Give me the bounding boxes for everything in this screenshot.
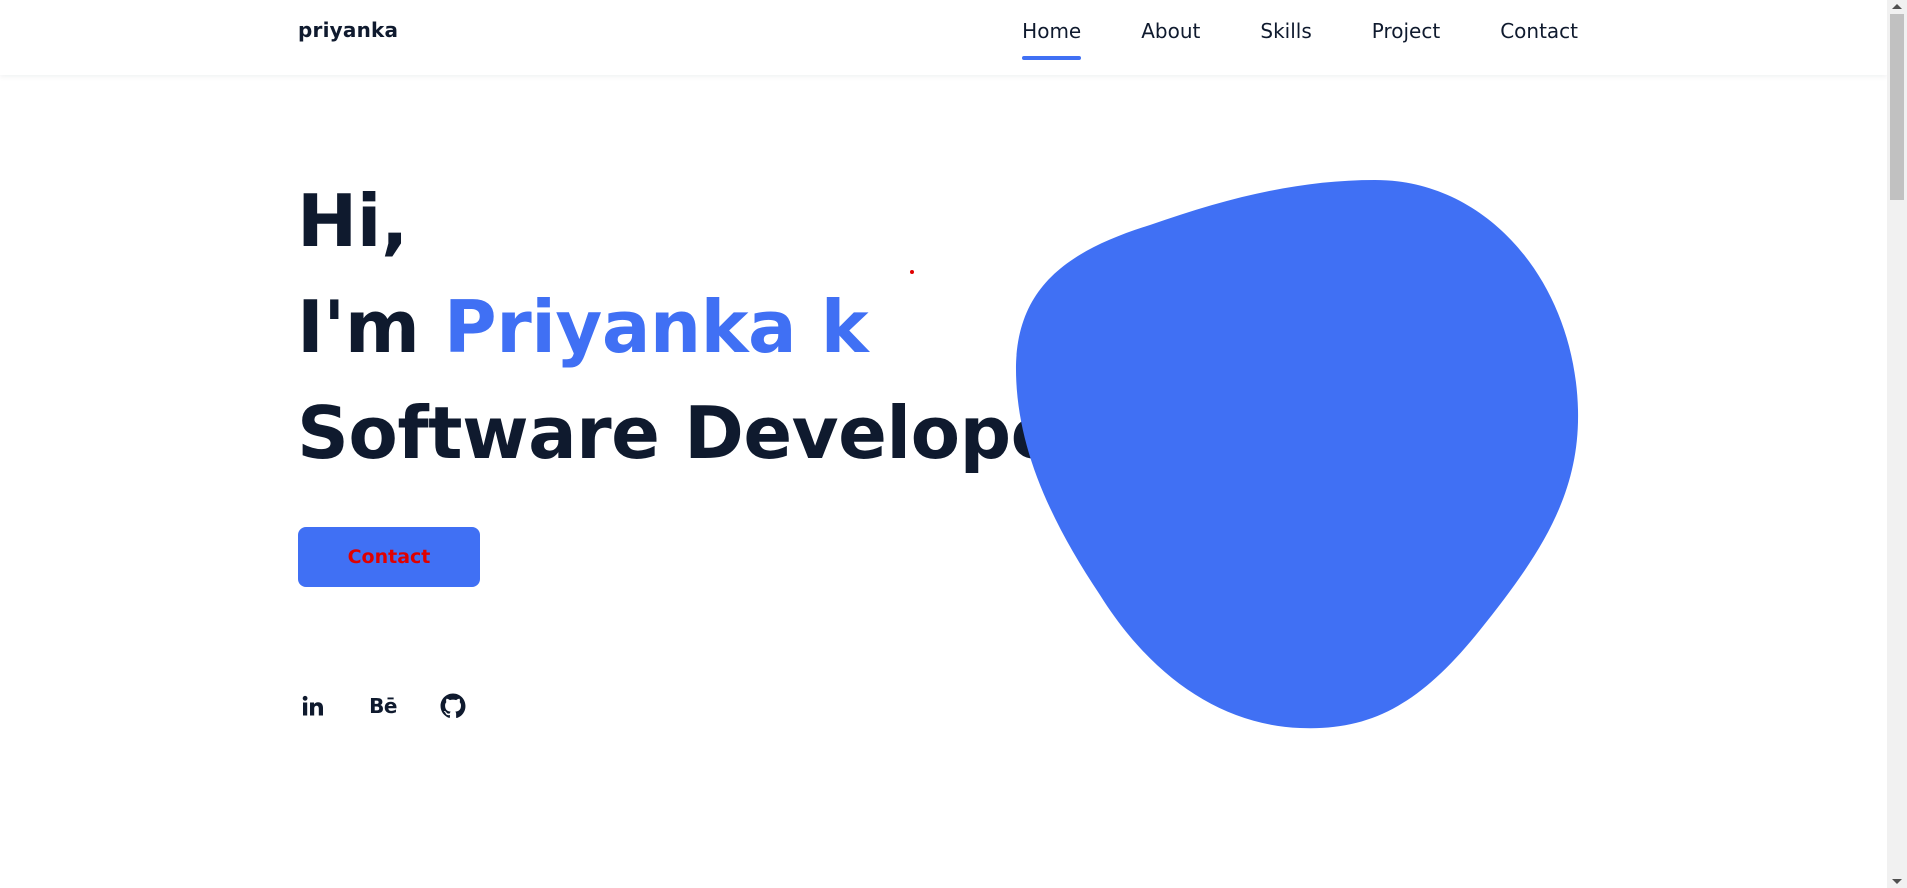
nav-item-project[interactable]: Project — [1372, 0, 1440, 62]
github-link[interactable] — [438, 690, 468, 722]
main-nav: Home About Skills Project Contact — [962, 0, 1578, 62]
nav-item-contact[interactable]: Contact — [1500, 0, 1578, 62]
hero-intro-prefix: I'm — [297, 285, 444, 369]
github-icon — [440, 693, 466, 718]
site-header: priyanka Home About Skills Project Conta… — [0, 0, 1887, 75]
page-scrollbar[interactable] — [1887, 0, 1907, 888]
scroll-thumb[interactable] — [1890, 14, 1904, 200]
behance-icon: Bē — [369, 694, 397, 718]
cursor-dot — [910, 270, 914, 274]
scroll-down-arrow-icon[interactable] — [1892, 879, 1902, 884]
nav-item-skills[interactable]: Skills — [1260, 0, 1311, 62]
nav-item-about[interactable]: About — [1141, 0, 1200, 62]
hero-title: Hi, I'm Priyanka k Software Developer — [297, 168, 1094, 486]
hero-greeting: Hi, — [297, 179, 408, 263]
nav-item-home[interactable]: Home — [1022, 0, 1082, 62]
hero-role: Software Developer — [297, 391, 1094, 475]
scroll-up-arrow-icon[interactable] — [1892, 4, 1902, 9]
page: priyanka Home About Skills Project Conta… — [0, 0, 1907, 888]
hero-name: Priyanka k — [443, 285, 869, 369]
hero-intro-line: I'm Priyanka k — [297, 274, 1094, 380]
linkedin-link[interactable] — [298, 690, 328, 722]
social-links: Bē — [298, 690, 508, 722]
linkedin-icon — [302, 695, 323, 716]
behance-link[interactable]: Bē — [368, 690, 398, 722]
contact-button[interactable]: Contact — [298, 527, 480, 587]
hero-blob-shape — [1015, 180, 1579, 729]
site-logo[interactable]: priyanka — [298, 18, 398, 42]
